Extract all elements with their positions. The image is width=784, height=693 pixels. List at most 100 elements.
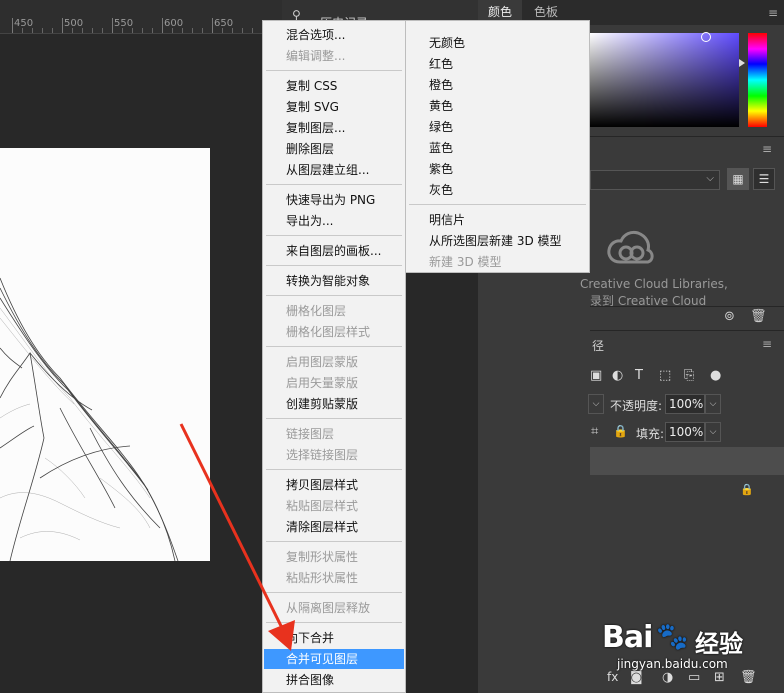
trash-icon[interactable]: 🗑 — [750, 309, 767, 324]
menu-item-gray[interactable]: 灰色 — [407, 180, 588, 200]
menu-separator — [266, 295, 402, 296]
ruler-mark: 650 — [214, 18, 234, 29]
menu-item-convert-smart-object[interactable]: 转换为智能对象 — [264, 271, 404, 291]
shape-filter-icon[interactable]: ⬚ — [659, 368, 671, 383]
ruler-mark: 600 — [164, 18, 184, 29]
menu-item-copy-layer-style[interactable]: 拷贝图层样式 — [264, 475, 404, 495]
delete-layer-icon[interactable]: 🗑 — [740, 670, 757, 685]
paths-tab-fragment[interactable]: 径 — [592, 337, 604, 354]
menu-item-paste-layer-style: 粘贴图层样式 — [286, 499, 359, 513]
menu-item-merge-visible[interactable]: 合并可见图层 — [264, 649, 404, 669]
menu-item-enable-vector-mask: 启用矢量蒙版 — [286, 376, 359, 390]
ruler-mark: 500 — [64, 18, 84, 29]
hue-slider[interactable] — [748, 33, 767, 127]
libraries-menu-icon[interactable]: ≡ — [762, 142, 772, 156]
menu-item-clear-layer-style[interactable]: 清除图层样式 — [264, 517, 404, 537]
menu-item-delete-layer[interactable]: 删除图层 — [264, 139, 404, 159]
creative-cloud-icon — [607, 230, 654, 264]
adjustment-layer-icon[interactable]: ◑ — [662, 670, 673, 685]
menu-separator — [266, 70, 402, 71]
menu-item-copy-shape-attributes: 复制形状属性 — [286, 550, 359, 564]
image-filter-icon[interactable]: ▣ — [590, 368, 602, 383]
menu-item-new-3d-from-layer[interactable]: 从所选图层新建 3D 模型 — [407, 231, 588, 251]
smart-object-filter-icon[interactable]: ⎘ — [684, 368, 694, 383]
menu-item-select-linked-layers: 选择链接图层 — [286, 448, 359, 462]
grid-view-button[interactable]: ▦ — [727, 168, 749, 190]
layer-style-button[interactable]: fx — [607, 670, 618, 684]
menu-item-rasterize-layer: 栅格化图层 — [286, 304, 347, 318]
hue-slider-handle[interactable] — [739, 59, 745, 67]
menu-item-duplicate-layer[interactable]: 复制图层... — [264, 118, 404, 138]
panel-menu-icon[interactable]: ≡ — [768, 6, 778, 20]
menu-item-red[interactable]: 红色 — [407, 54, 588, 74]
cc-sync-icon[interactable]: ⊚ — [724, 309, 735, 324]
opacity-dropdown-arrow[interactable]: ⌵ — [705, 394, 721, 414]
layer-row-background[interactable] — [590, 476, 784, 506]
new-layer-icon[interactable]: ⊞ — [714, 670, 725, 685]
menu-item-artboard-from-layers[interactable]: 来自图层的画板... — [264, 241, 404, 261]
layer-context-menu: 混合选项... 编辑调整... 复制 CSS 复制 SVG 复制图层... 删除… — [262, 20, 406, 693]
menu-item-new-3d-model: 新建 3D 模型 — [429, 255, 502, 269]
sketch-artwork — [0, 277, 179, 561]
menu-separator — [266, 184, 402, 185]
color-picker-field[interactable] — [590, 33, 739, 127]
menu-item-link-layers: 链接图层 — [286, 427, 335, 441]
menu-separator — [266, 235, 402, 236]
panel-divider — [590, 136, 784, 137]
menu-item-yellow[interactable]: 黄色 — [407, 96, 588, 116]
menu-item-orange[interactable]: 橙色 — [407, 75, 588, 95]
fill-dropdown-arrow[interactable]: ⌵ — [705, 422, 721, 442]
chevron-down-icon: ⌵ — [706, 173, 714, 184]
menu-item-blending-options[interactable]: 混合选项... — [264, 25, 404, 45]
lock-all-icon[interactable]: 🔒 — [613, 424, 628, 438]
menu-item-postcard[interactable]: 明信片 — [407, 210, 588, 230]
color-picker-cursor[interactable] — [701, 32, 711, 42]
menu-item-blue[interactable]: 蓝色 — [407, 138, 588, 158]
menu-item-rasterize-layer-style: 栅格化图层样式 — [286, 325, 371, 339]
menu-item-flatten-image[interactable]: 拼合图像 — [264, 670, 404, 690]
menu-item-edit-adjustment: 编辑调整... — [286, 49, 346, 63]
panel-divider — [590, 330, 784, 331]
menu-item-create-clipping-mask[interactable]: 创建剪贴蒙版 — [264, 394, 404, 414]
filter-toggle-icon[interactable]: ● — [710, 368, 721, 383]
add-mask-icon[interactable]: ◙ — [630, 670, 643, 685]
menu-separator — [266, 418, 402, 419]
new-group-icon[interactable]: ▭ — [688, 670, 700, 685]
layer-row-selected[interactable] — [590, 447, 784, 475]
blend-mode-dropdown[interactable]: ⌵ — [588, 394, 604, 414]
type-filter-icon[interactable]: T — [635, 368, 643, 383]
baidu-watermark-url: jingyan.baidu.com — [617, 657, 728, 671]
layers-menu-icon[interactable]: ≡ — [762, 337, 772, 351]
menu-item-export-as[interactable]: 导出为... — [264, 211, 404, 231]
menu-item-enable-layer-mask: 启用图层蒙版 — [286, 355, 359, 369]
library-dropdown[interactable]: ⌵ — [590, 170, 720, 190]
opacity-input[interactable]: 100% — [665, 394, 705, 414]
menu-item-quick-export-png[interactable]: 快速导出为 PNG — [264, 190, 404, 210]
menu-item-copy-css[interactable]: 复制 CSS — [264, 76, 404, 96]
lock-artboard-icon[interactable]: ⌗ — [591, 424, 598, 439]
layer-color-submenu: 无颜色 红色 橙色 黄色 绿色 蓝色 紫色 灰色 明信片 从所选图层新建 3D … — [405, 20, 590, 273]
menu-item-green[interactable]: 绿色 — [407, 117, 588, 137]
horizontal-ruler: 450 500 550 600 650 — [0, 0, 282, 34]
menu-separator — [266, 469, 402, 470]
menu-item-merge-down[interactable]: 向下合并 — [264, 628, 404, 648]
fill-label: 填充: — [636, 427, 665, 441]
adjustment-filter-icon[interactable]: ◐ — [612, 368, 623, 383]
menu-item-no-color[interactable]: 无颜色 — [407, 33, 588, 53]
menu-separator — [409, 204, 586, 205]
document-canvas[interactable] — [0, 148, 210, 561]
ruler-mark: 550 — [114, 18, 134, 29]
menu-separator — [266, 265, 402, 266]
menu-separator — [266, 592, 402, 593]
baidu-watermark-logo: Bai — [602, 620, 653, 655]
libraries-message-line1: Creative Cloud Libraries, — [580, 277, 728, 291]
menu-item-release-isolation: 从隔离图层释放 — [286, 601, 371, 615]
menu-item-copy-svg[interactable]: 复制 SVG — [264, 97, 404, 117]
fill-input[interactable]: 100% — [665, 422, 705, 442]
baidu-watermark-jingyan: 经验 — [695, 630, 743, 658]
menu-item-paste-shape-attributes: 粘贴形状属性 — [286, 571, 359, 585]
list-view-button[interactable]: ☰ — [753, 168, 775, 190]
menu-item-group-from-layers[interactable]: 从图层建立组... — [264, 160, 404, 180]
ruler-mark: 450 — [14, 18, 34, 29]
menu-item-violet[interactable]: 紫色 — [407, 159, 588, 179]
